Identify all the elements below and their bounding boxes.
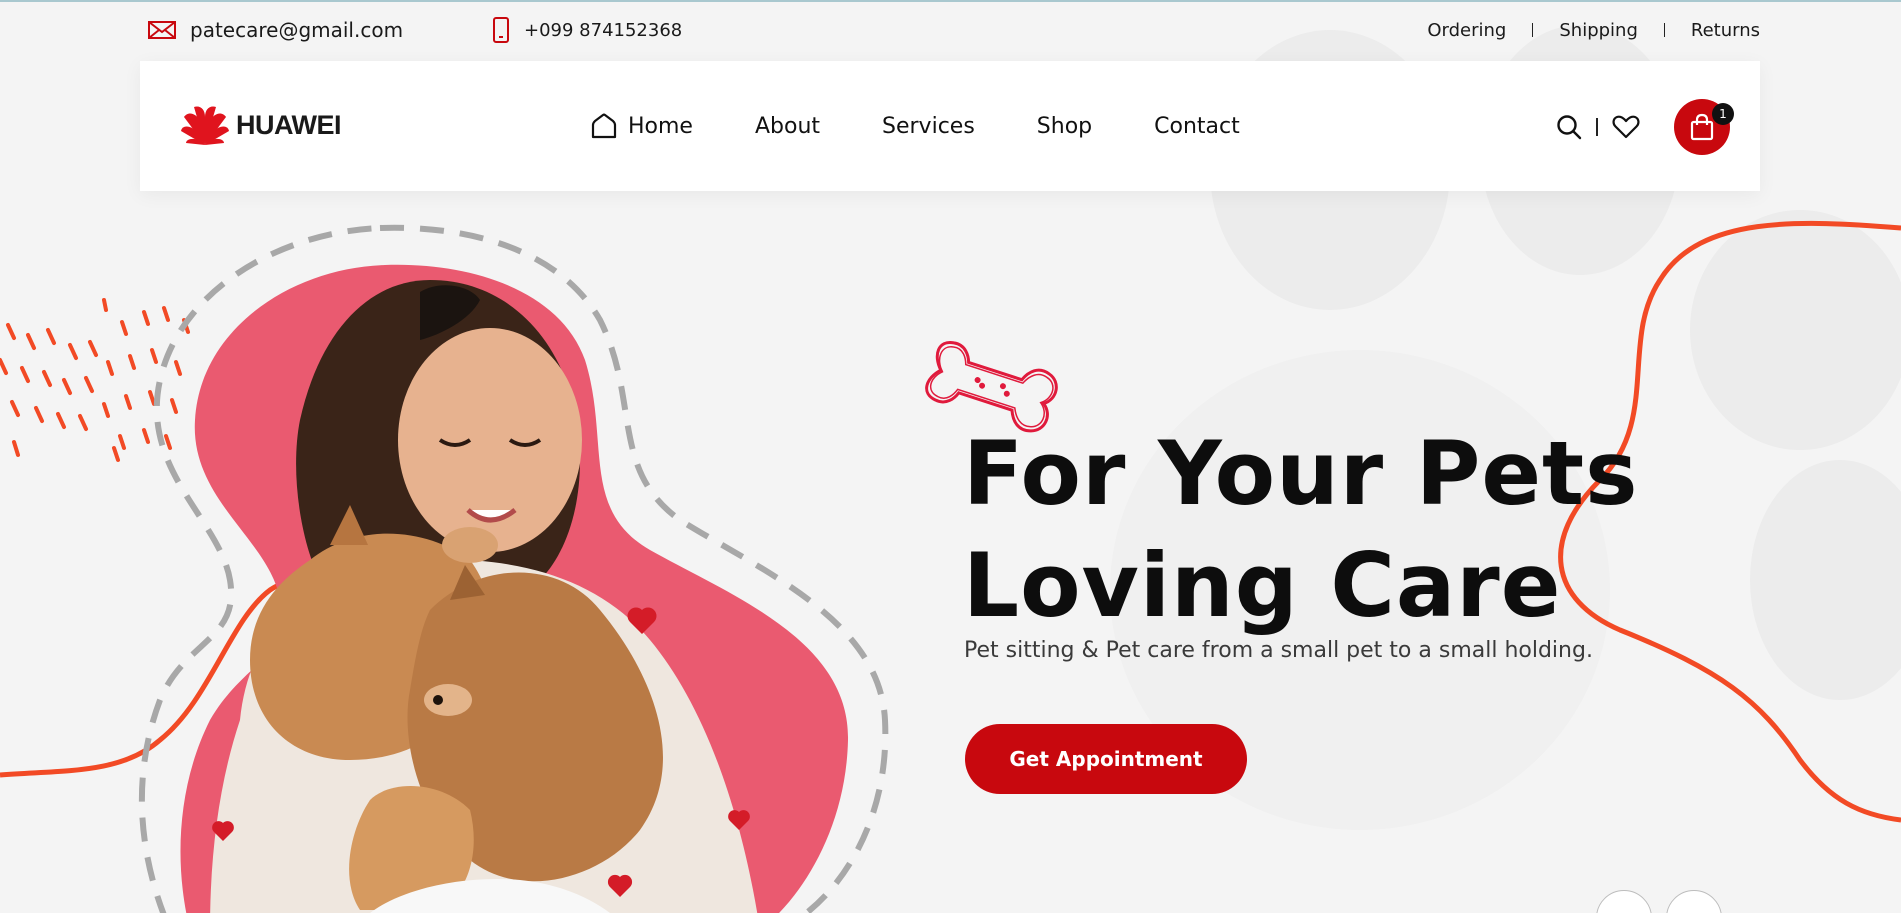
phone-text: +099 874152368 bbox=[524, 19, 683, 41]
heart-icon[interactable] bbox=[1612, 115, 1640, 139]
nav-item-about[interactable]: About bbox=[755, 114, 820, 139]
top-links: Ordering Shipping Returns bbox=[1427, 14, 1760, 46]
main-nav: Home About Services Shop Contact bbox=[590, 61, 1302, 191]
hero-subtitle: Pet sitting & Pet care from a small pet … bbox=[964, 638, 1593, 663]
nav-item-home[interactable]: Home bbox=[590, 112, 693, 140]
cart-count-badge: 1 bbox=[1712, 103, 1734, 125]
main-header: HUAWEI Home About Services Shop Contact bbox=[140, 61, 1760, 191]
nav-label-home: Home bbox=[628, 113, 693, 139]
hero-title-line-1: For Your Pets bbox=[963, 422, 1639, 525]
email-text: patecare@gmail.com bbox=[190, 18, 404, 42]
search-icon[interactable] bbox=[1556, 114, 1582, 140]
nav-label-services: Services bbox=[882, 113, 975, 139]
nav-item-contact[interactable]: Contact bbox=[1154, 114, 1240, 139]
mail-icon bbox=[148, 20, 176, 40]
returns-link[interactable]: Returns bbox=[1691, 20, 1760, 41]
logo-text: HUAWEI bbox=[236, 109, 342, 140]
nav-label-about: About bbox=[754, 113, 821, 139]
link-divider bbox=[1532, 23, 1534, 37]
brand-logo[interactable]: HUAWEI bbox=[180, 101, 342, 149]
hero-title: For Your Pets Loving Care bbox=[963, 418, 1638, 642]
huawei-logo-icon bbox=[180, 103, 230, 147]
top-bar: patecare@gmail.com +099 874152368 Orderi… bbox=[140, 14, 1760, 46]
email-contact[interactable]: patecare@gmail.com bbox=[148, 14, 403, 46]
nav-label-contact: Contact bbox=[1154, 113, 1240, 139]
header-actions: 1 bbox=[1556, 98, 1734, 156]
get-appointment-button[interactable]: Get Appointment bbox=[965, 724, 1247, 794]
nav-item-services[interactable]: Services bbox=[882, 114, 975, 139]
ordering-link[interactable]: Ordering bbox=[1427, 20, 1506, 41]
phone-icon bbox=[492, 17, 510, 43]
link-divider bbox=[1663, 23, 1665, 37]
hero-title-line-2: Loving Care bbox=[963, 534, 1562, 637]
page: patecare@gmail.com +099 874152368 Orderi… bbox=[0, 0, 1901, 913]
action-divider bbox=[1596, 118, 1598, 136]
cart-button[interactable]: 1 bbox=[1674, 99, 1734, 155]
shopping-bag-icon bbox=[1689, 113, 1715, 141]
shipping-link[interactable]: Shipping bbox=[1559, 20, 1638, 41]
home-icon bbox=[590, 112, 618, 140]
phone-contact[interactable]: +099 874152368 bbox=[492, 14, 682, 46]
nav-item-shop[interactable]: Shop bbox=[1037, 114, 1092, 139]
nav-label-shop: Shop bbox=[1036, 113, 1093, 139]
